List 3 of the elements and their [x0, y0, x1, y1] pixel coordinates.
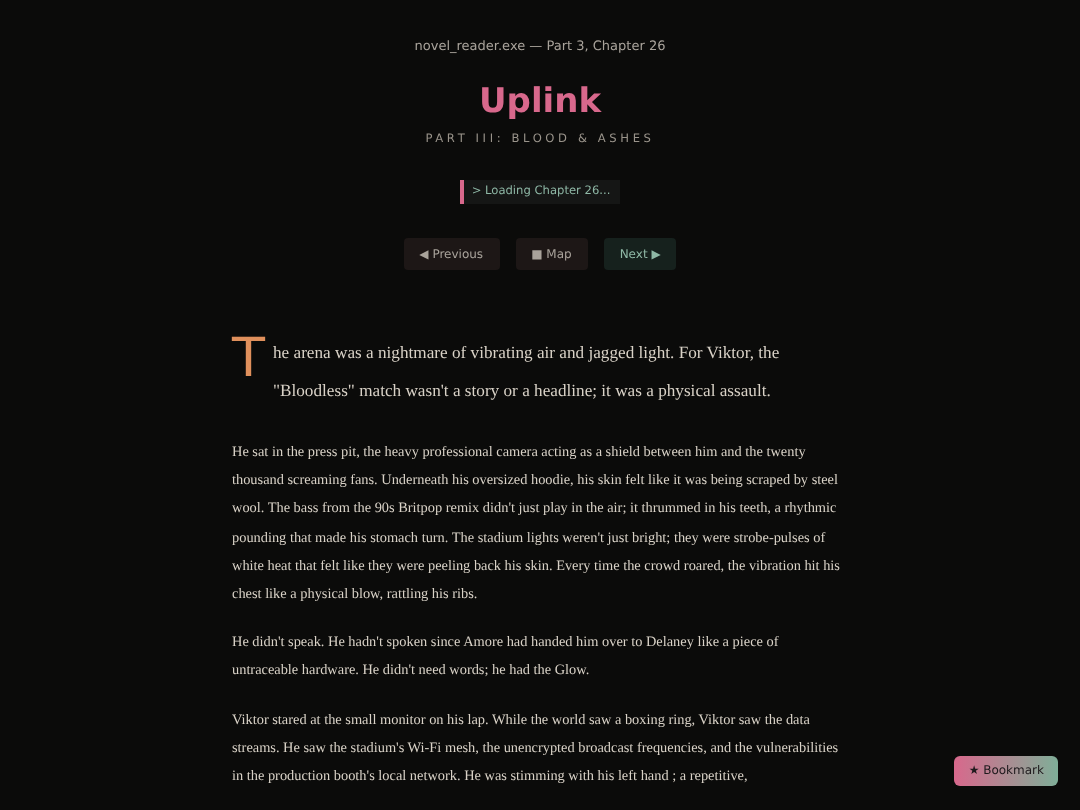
drop-cap: T — [232, 334, 265, 394]
paragraph: he arena was a nightmare of vibrating air and jagged light. For Viktor, the "Bloodless" match wasn't a story or a headline; it was a physical assault. — [273, 340, 782, 404]
chapter-title: Uplink — [478, 82, 602, 122]
